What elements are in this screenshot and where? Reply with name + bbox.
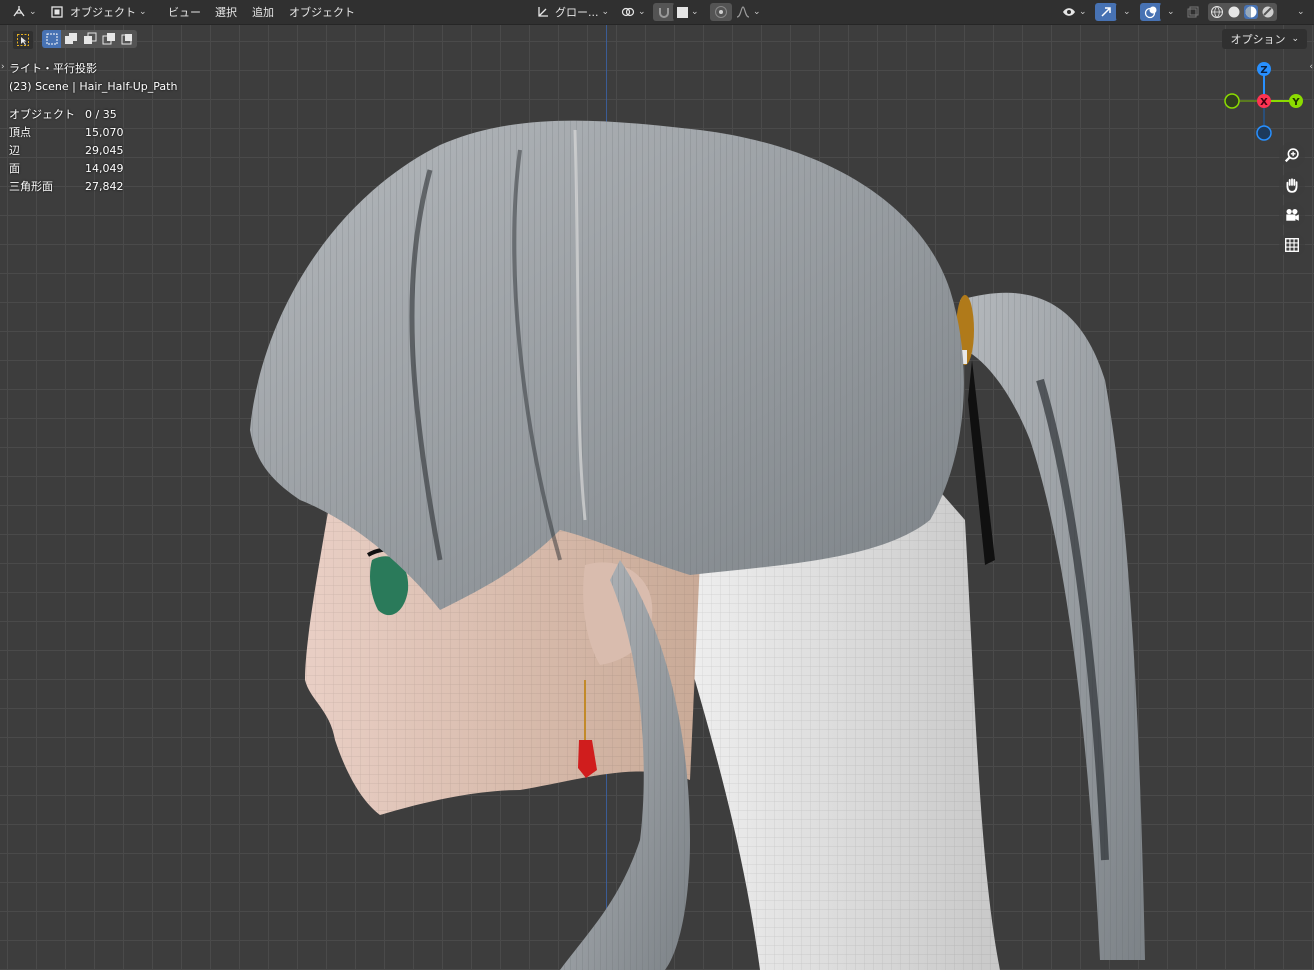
chevron-down-icon: ⌄ <box>691 7 699 17</box>
falloff-curve-icon <box>736 6 750 18</box>
stat-value: 0 / 35 <box>85 108 117 121</box>
hair-ribbon <box>968 360 995 565</box>
gizmo-z-label: Z <box>1260 65 1267 76</box>
xray-toggle[interactable] <box>1186 3 1200 21</box>
gizmo-x-label: X <box>1260 97 1268 108</box>
mode-label: オブジェクト <box>70 6 136 19</box>
stat-label: オブジェクト <box>9 108 75 121</box>
chevron-down-icon: ⌄ <box>1079 7 1087 17</box>
projection-toggle-button[interactable] <box>1279 232 1305 258</box>
viewport-info-overlay: ライト・平行投影 (23) Scene | Hair_Half-Up_Path … <box>9 60 177 196</box>
view-name: ライト・平行投影 <box>9 62 97 75</box>
chevron-down-icon: ⌄ <box>1291 34 1299 44</box>
magnet-icon <box>659 8 669 18</box>
stat-row: 三角形面 27,842 <box>9 178 177 196</box>
character-model[interactable] <box>0 0 1314 970</box>
snap-square-icon <box>677 6 688 18</box>
xray-icon <box>1187 6 1199 18</box>
stat-row: 面 14,049 <box>9 160 177 178</box>
stat-row: オブジェクト 0 / 35 <box>9 106 177 124</box>
stat-row: 頂点 15,070 <box>9 124 177 142</box>
gizmo-arrow-icon <box>1101 7 1111 17</box>
stat-row: 辺 29,045 <box>9 142 177 160</box>
orientation-icon <box>538 7 548 17</box>
menu-view[interactable]: ビュー <box>162 3 207 21</box>
stat-label: 辺 <box>9 144 20 157</box>
pivot-dropdown[interactable]: ⌄ <box>617 3 650 21</box>
overlays-toggle[interactable] <box>1140 3 1162 21</box>
hand-icon <box>1286 178 1298 193</box>
editor-type-dropdown[interactable]: ⌄ <box>8 3 41 21</box>
object-mode-icon <box>51 6 63 18</box>
stat-label: 三角形面 <box>9 180 53 193</box>
grid-icon <box>1285 238 1299 252</box>
stat-value: 15,070 <box>85 126 124 139</box>
select-intersect-icon[interactable] <box>118 30 137 48</box>
eye-icon <box>1063 8 1075 16</box>
chevron-down-icon: ⌄ <box>1297 7 1305 17</box>
gizmo-neg-y-axis <box>1224 93 1240 109</box>
shading-dropdown[interactable]: ⌄ <box>1290 3 1309 21</box>
scene-info: (23) Scene | Hair_Half-Up_Path <box>9 80 178 93</box>
orientation-label: グロー... <box>555 6 599 19</box>
chevron-down-icon: ⌄ <box>638 7 646 17</box>
menu-object[interactable]: オブジェクト <box>283 3 361 21</box>
visibility-dropdown[interactable]: ⌄ <box>1058 3 1091 21</box>
menu-select[interactable]: 選択 <box>209 3 243 21</box>
select-new-icon[interactable] <box>42 30 61 48</box>
gizmo-dropdown[interactable]: ⌄ <box>1116 3 1135 21</box>
solid-shading-icon[interactable] <box>1227 5 1241 19</box>
stat-label: 面 <box>9 162 20 175</box>
zoom-button[interactable] <box>1279 142 1305 168</box>
pivot-icon <box>621 7 635 17</box>
chevron-down-icon: ⌄ <box>1123 7 1131 17</box>
3d-viewport[interactable] <box>0 0 1314 970</box>
camera-view-button[interactable] <box>1279 202 1305 228</box>
gizmo-y-label: Y <box>1291 97 1300 108</box>
menu-add[interactable]: 追加 <box>246 3 280 21</box>
stat-label: 頂点 <box>9 126 31 139</box>
viewport-header: ⌄ オブジェクト ⌄ ビュー 選択 追加 オブジェクト グロー... ⌄ ⌄ ⌄… <box>0 0 1314 25</box>
proportional-edit-toggle[interactable] <box>710 3 732 21</box>
toolbar-expand-icon[interactable]: › <box>1 62 5 72</box>
tweak-select-tool[interactable] <box>12 30 34 50</box>
pan-button[interactable] <box>1279 172 1305 198</box>
chevron-down-icon: ⌄ <box>601 7 610 17</box>
stat-value: 29,045 <box>85 144 124 157</box>
rendered-shading-icon[interactable] <box>1261 5 1275 19</box>
falloff-dropdown[interactable]: ⌄ <box>732 3 765 21</box>
stat-value: 14,049 <box>85 162 124 175</box>
stat-value: 27,842 <box>85 180 124 193</box>
camera-icon <box>1286 208 1299 221</box>
chevron-down-icon: ⌄ <box>1167 7 1175 17</box>
select-extend-icon[interactable] <box>61 30 80 48</box>
select-subtract-icon[interactable] <box>80 30 99 48</box>
options-label: オプション <box>1230 33 1286 46</box>
gizmo-toggle[interactable] <box>1095 3 1117 21</box>
material-shading-icon[interactable] <box>1244 5 1258 19</box>
snap-target-dropdown[interactable]: ⌄ <box>673 3 703 21</box>
overlays-dropdown[interactable]: ⌄ <box>1160 3 1179 21</box>
selection-mode-buttons <box>42 30 137 48</box>
overlays-icon <box>1144 6 1157 19</box>
3d-viewport-icon <box>13 6 25 17</box>
shading-modes <box>1208 3 1277 21</box>
snap-toggle[interactable] <box>653 3 675 21</box>
mode-dropdown[interactable]: オブジェクト ⌄ <box>46 3 151 21</box>
chevron-down-icon: ⌄ <box>139 7 147 17</box>
select-cursor-icon <box>17 34 29 46</box>
navigation-gizmo[interactable]: Z Y X <box>1218 58 1310 144</box>
chevron-down-icon: ⌄ <box>753 7 761 17</box>
proportional-edit-icon <box>715 6 727 18</box>
zoom-icon <box>1284 148 1299 163</box>
wireframe-shading-icon[interactable] <box>1210 5 1224 19</box>
gizmo-neg-z-axis <box>1256 125 1272 141</box>
select-invert-icon[interactable] <box>99 30 118 48</box>
chevron-down-icon: ⌄ <box>29 7 37 17</box>
transform-orientation-dropdown[interactable]: グロー... ⌄ <box>532 3 614 21</box>
options-dropdown[interactable]: オプション ⌄ <box>1222 29 1307 49</box>
